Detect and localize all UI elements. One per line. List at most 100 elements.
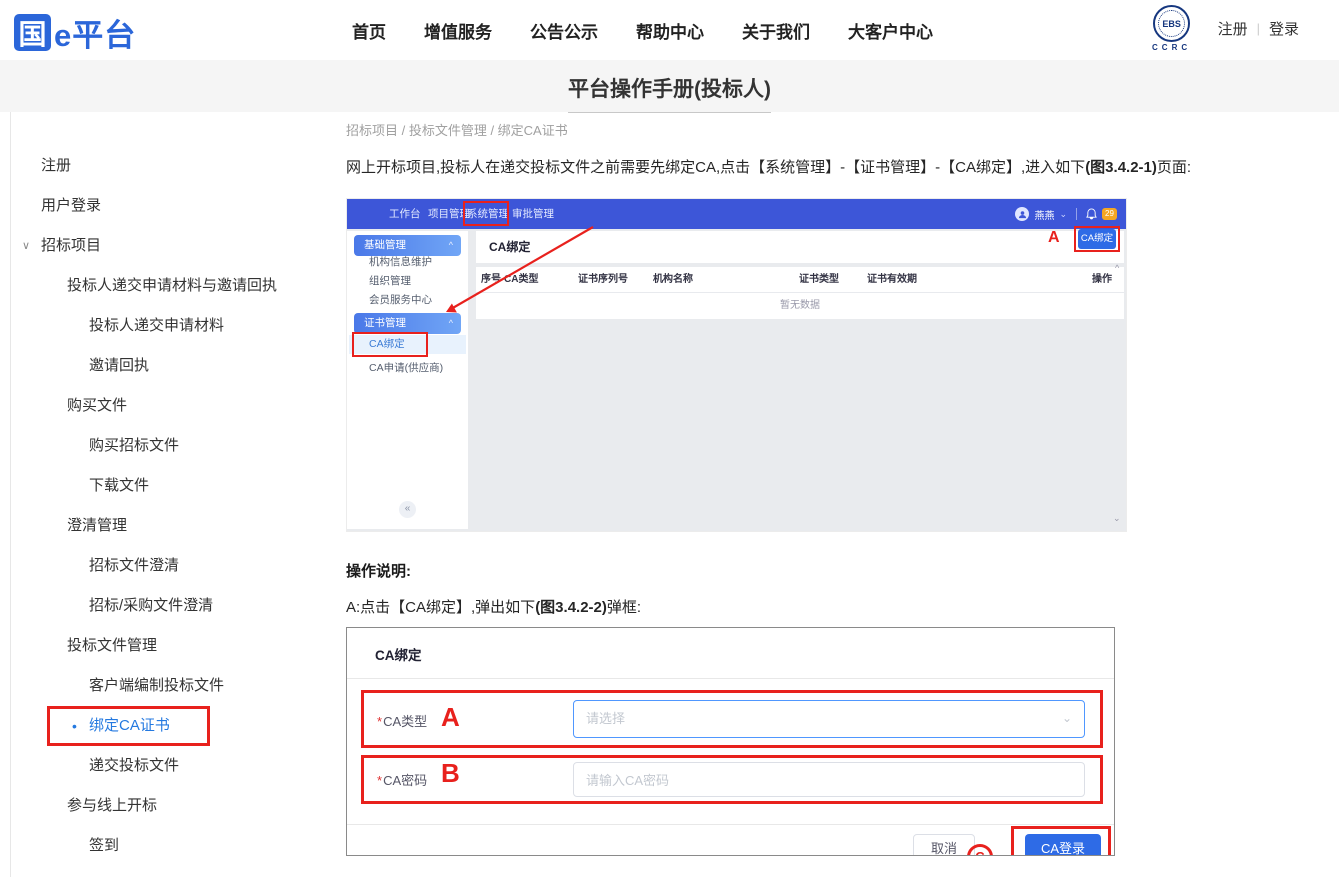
scroll-up-icon: ^ <box>1115 263 1119 273</box>
toc-item[interactable]: 购买招标文件 <box>89 437 179 454</box>
toc-item[interactable]: 客户端编制投标文件 <box>89 677 224 694</box>
screenshot-sidebar-group-cert: 证书管理^ <box>354 313 461 334</box>
screenshot-sidebar: 基础管理^ 机构信息维护 组织管理 会员服务中心 证书管理^ CA绑定 CA申请… <box>347 231 468 529</box>
col-org-name: 机构名称 <box>653 267 693 293</box>
ca-password-label: *CA密码 <box>377 770 427 789</box>
step-a-pre: A:点击【CA绑定】,弹出如下 <box>346 599 535 616</box>
col-actions: 操作 <box>1092 267 1112 293</box>
screenshot-username: 燕燕 <box>1034 207 1054 222</box>
screenshot-sidebar-item: CA申请(供应商) <box>369 359 443 378</box>
ca-type-label-text: CA类型 <box>383 714 427 729</box>
toc-item-tender-project[interactable]: 招标项目 <box>41 237 101 254</box>
step-a-post: 弹框: <box>607 599 641 616</box>
toc-item[interactable]: 投标文件管理 <box>67 637 157 654</box>
ca-type-label: *CA类型 <box>377 711 427 730</box>
annotation-red-box <box>463 201 509 226</box>
page-title: 平台操作手册(投标人) <box>568 73 771 113</box>
avatar-icon <box>1015 207 1029 221</box>
screenshot-panel-title: CA绑定 <box>489 231 530 263</box>
toc-item[interactable]: 招标/采购文件澄清 <box>89 597 213 614</box>
toc-item[interactable]: 购买文件 <box>67 397 127 414</box>
figure-ref-1: (图3.4.2-1) <box>1085 159 1157 176</box>
intro-text: 网上开标项目,投标人在递交投标文件之前需要先绑定CA,点击【系统管理】-【证书管… <box>346 159 1085 176</box>
auth-links: 注册 | 登录 <box>1218 18 1299 39</box>
figure-ca-bind-page-screenshot: 工作台 项目管理 系统管理 审批管理 燕燕 ⌄ 29 基础管理^ <box>346 198 1127 532</box>
screenshot-topbar: 工作台 项目管理 系统管理 审批管理 燕燕 ⌄ 29 <box>347 199 1126 229</box>
nav-item-value-added-services[interactable]: 增值服务 <box>424 18 492 43</box>
annotation-red-box <box>1074 226 1120 252</box>
header-right: EBS CCRC 注册 | 登录 <box>1144 5 1299 52</box>
chevron-down-icon: ⌄ <box>1062 701 1072 736</box>
required-mark: * <box>377 773 382 788</box>
screenshot-nav-workbench: 工作台 <box>389 199 421 229</box>
toc-sidebar: 注册 用户登录 ∨ 招标项目 投标人递交申请材料与邀请回执 投标人递交申请材料 邀… <box>10 112 320 877</box>
active-bullet-icon: • <box>72 706 77 746</box>
nav-item-announcements[interactable]: 公告公示 <box>530 18 598 43</box>
breadcrumb: 招标项目 / 投标文件管理 / 绑定CA证书 <box>346 120 1339 139</box>
col-cert-valid: 证书有效期 <box>867 267 917 293</box>
toc-item-register[interactable]: 注册 <box>41 157 71 174</box>
nav-item-help-center[interactable]: 帮助中心 <box>636 18 704 43</box>
toc-item[interactable]: 招标文件澄清 <box>89 557 179 574</box>
annotation-letter-a: A <box>1048 229 1060 247</box>
toc-item[interactable]: 澄清管理 <box>67 517 127 534</box>
dialog-cancel-button: 取消 <box>913 834 975 856</box>
screenshot-nav-approval-mgmt: 审批管理 <box>512 199 554 229</box>
col-ca-type: CA类型 <box>504 267 538 293</box>
main-nav: 首页 增值服务 公告公示 帮助中心 关于我们 大客户中心 <box>352 0 933 60</box>
ccrc-badge-circle: EBS <box>1153 5 1190 42</box>
empty-table-text: 暂无数据 <box>476 293 1124 319</box>
nav-item-about-us[interactable]: 关于我们 <box>742 18 810 43</box>
divider <box>347 824 1114 825</box>
title-bar: 平台操作手册(投标人) <box>0 60 1339 112</box>
doc-content: 招标项目 / 投标文件管理 / 绑定CA证书 网上开标项目,投标人在递交投标文件… <box>320 112 1339 877</box>
auth-divider: | <box>1257 21 1260 36</box>
toc-item[interactable]: 签到 <box>89 837 119 854</box>
toc-item[interactable]: 投标人递交申请材料与邀请回执 <box>67 277 277 294</box>
toc-item[interactable]: 递交投标文件 <box>89 757 179 774</box>
logo-block: 国 <box>14 14 51 51</box>
register-link[interactable]: 注册 <box>1218 18 1248 39</box>
ccrc-badge-label: EBS <box>1162 19 1181 29</box>
screenshot-sidebar-item: 组织管理 <box>369 272 411 291</box>
operation-notes-title: 操作说明: <box>346 560 1339 581</box>
bell-icon <box>1086 208 1097 220</box>
col-seq: 序号 <box>481 267 501 293</box>
nav-item-key-account-center[interactable]: 大客户中心 <box>848 18 933 43</box>
screenshot-user-area: 燕燕 ⌄ 29 <box>1015 199 1117 229</box>
chevron-down-icon: ⌄ <box>1059 209 1067 220</box>
col-cert-serial: 证书序列号 <box>578 267 628 293</box>
site-header: 国 e平台 首页 增值服务 公告公示 帮助中心 关于我们 大客户中心 EBS C… <box>0 0 1339 60</box>
divider <box>1076 208 1077 220</box>
toc-item[interactable]: 下载文件 <box>89 477 149 494</box>
annotation-letter-b: B <box>441 758 460 789</box>
screenshot-table: 序号 CA类型 证书序列号 机构名称 证书类型 证书有效期 操作 暂无数据 <box>476 267 1124 319</box>
col-cert-type: 证书类型 <box>799 267 839 293</box>
annotation-red-box <box>1011 826 1111 856</box>
collapse-sidebar-icon: « <box>399 501 416 518</box>
annotation-red-box <box>352 332 428 357</box>
ca-password-label-text: CA密码 <box>383 773 427 788</box>
screenshot-sidebar-item: 机构信息维护 <box>369 253 432 272</box>
screenshot-sidebar-item: 会员服务中心 <box>369 291 432 310</box>
figure-ref-2: (图3.4.2-2) <box>535 599 607 616</box>
notification-badge: 29 <box>1102 208 1117 220</box>
toc-list: 注册 用户登录 ∨ 招标项目 投标人递交申请材料与邀请回执 投标人递交申请材料 邀… <box>11 146 320 877</box>
scroll-down-icon: ⌄ <box>1113 513 1121 524</box>
toc-item-user-login[interactable]: 用户登录 <box>41 197 101 214</box>
toc-item[interactable]: 参与线上开标 <box>67 797 157 814</box>
ca-password-input-placeholder: 请输入CA密码 <box>574 763 1084 798</box>
login-link[interactable]: 登录 <box>1269 18 1299 39</box>
nav-item-home[interactable]: 首页 <box>352 18 386 43</box>
ca-type-select-placeholder: 请选择 <box>574 701 1084 736</box>
logo-text: e平台 <box>54 10 136 55</box>
toc-item[interactable]: 投标人递交申请材料 <box>89 317 224 334</box>
chevron-down-icon: ∨ <box>22 226 30 266</box>
toc-item[interactable]: 邀请回执 <box>89 357 149 374</box>
intro-text-end: 页面: <box>1157 159 1191 176</box>
figure-ca-bind-dialog-screenshot: CA绑定 *CA类型 A 请选择 ⌄ *CA密码 B 请输入CA密码 取消 C <box>346 627 1115 856</box>
ca-password-input: 请输入CA密码 <box>573 762 1085 797</box>
site-logo[interactable]: 国 e平台 <box>14 10 136 55</box>
screenshot-table-header: 序号 CA类型 证书序列号 机构名称 证书类型 证书有效期 操作 <box>476 267 1124 293</box>
required-mark: * <box>377 714 382 729</box>
